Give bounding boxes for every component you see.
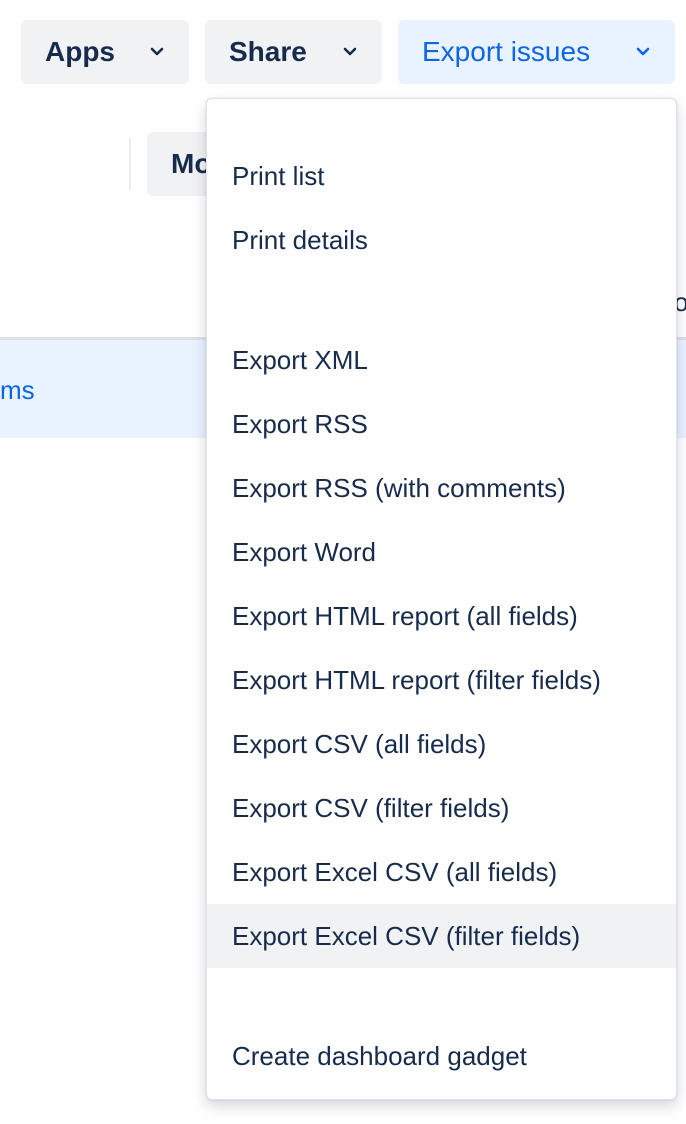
menu-item-export-excel-csv-all[interactable]: Export Excel CSV (all fields): [207, 840, 676, 904]
chevron-down-icon: [149, 44, 165, 60]
share-button[interactable]: Share: [205, 20, 382, 84]
menu-item-print-details[interactable]: Print details: [207, 208, 676, 272]
menu-item-export-xml[interactable]: Export XML: [207, 328, 676, 392]
apps-button-label: Apps: [45, 36, 115, 67]
export-issues-button[interactable]: Export issues: [398, 20, 675, 84]
menu-item-export-rss[interactable]: Export RSS: [207, 392, 676, 456]
menu-item-export-word[interactable]: Export Word: [207, 520, 676, 584]
menu-item-print-list[interactable]: Print list: [207, 144, 676, 208]
export-issues-button-label: Export issues: [422, 36, 591, 67]
menu-item-export-excel-csv-filter[interactable]: Export Excel CSV (filter fields): [207, 904, 676, 968]
menu-item-create-dashboard-gadget[interactable]: Create dashboard gadget: [207, 1024, 676, 1088]
chevron-down-icon: [635, 44, 651, 60]
share-button-label: Share: [229, 36, 307, 67]
menu-item-export-rss-comments[interactable]: Export RSS (with comments): [207, 456, 676, 520]
export-issues-menu: Print list Print details Export XML Expo…: [206, 98, 677, 1100]
menu-item-export-csv-filter[interactable]: Export CSV (filter fields): [207, 776, 676, 840]
menu-item-export-html-filter[interactable]: Export HTML report (filter fields): [207, 648, 676, 712]
apps-button[interactable]: Apps: [21, 20, 189, 84]
chevron-down-icon: [342, 44, 358, 60]
menu-item-export-html-all[interactable]: Export HTML report (all fields): [207, 584, 676, 648]
toolbar-divider: [129, 138, 131, 190]
issue-navigator-page: Mo o ms Apps Share Export issues Print l…: [0, 0, 686, 1124]
menu-item-export-csv-all[interactable]: Export CSV (all fields): [207, 712, 676, 776]
table-row-link-partial[interactable]: ms: [0, 372, 35, 408]
